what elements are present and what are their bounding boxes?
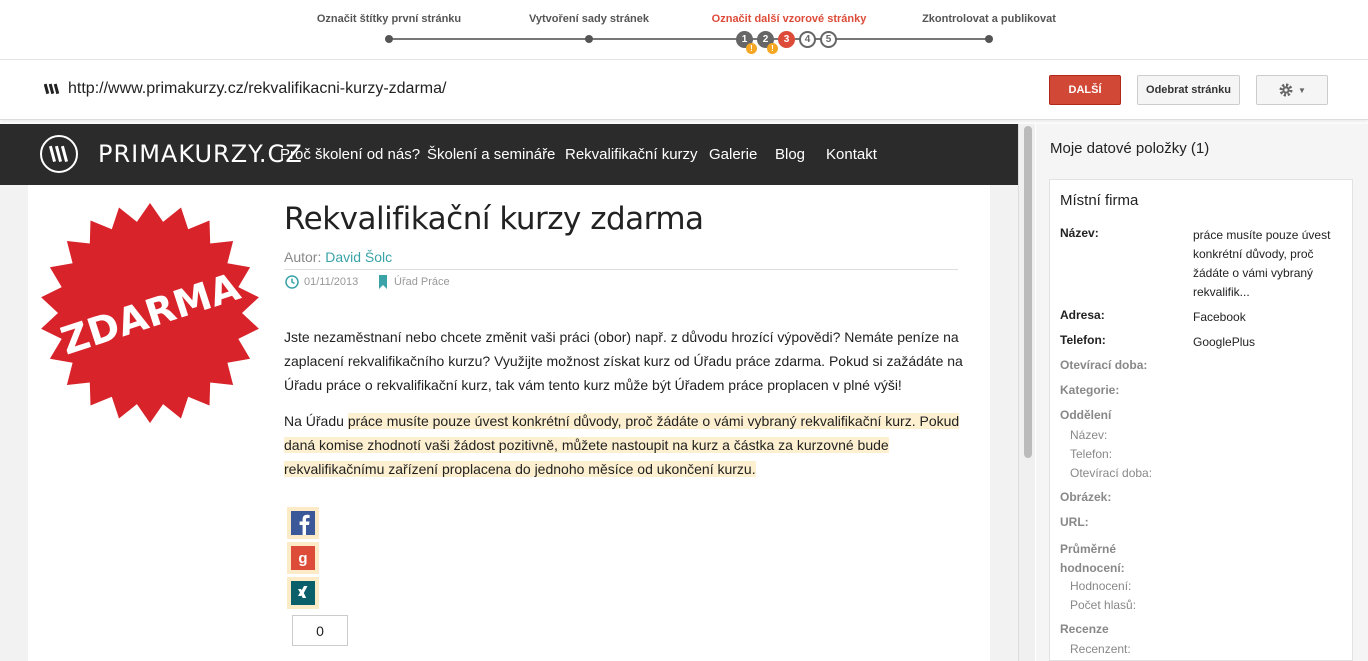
field-label: Obrázek: (1060, 490, 1112, 504)
field-label: Průměrné hodnocení: (1060, 542, 1125, 575)
article: ZDARMA Rekvalifikační kurzy zdarma Autor… (28, 185, 990, 661)
scrollbar-thumb[interactable] (1024, 126, 1032, 458)
sub-step-5-label: 5 (825, 34, 832, 45)
field-value[interactable]: Facebook (1193, 308, 1333, 327)
next-button[interactable]: DALŠÍ (1049, 75, 1121, 105)
field-label: Hodnocení: (1070, 579, 1132, 593)
step-dot-4 (985, 35, 993, 43)
sub-step-4-label: 4 (804, 34, 811, 45)
wizard-progress: Označit štítky první stránku Vytvoření s… (0, 0, 1368, 60)
step-label-1[interactable]: Označit štítky první stránku (317, 13, 461, 25)
step-label-3[interactable]: Označit další vzorové stránky (712, 13, 867, 25)
field-label: URL: (1060, 515, 1089, 529)
card-title: Místní firma (1060, 192, 1139, 209)
url-bar: http://www.primakurzy.cz/rekvalifikacni-… (0, 60, 1368, 120)
paragraph-2: Na Úřadu práce musíte pouze úvest konkré… (284, 409, 979, 481)
field-label: Oddělení (1060, 408, 1112, 422)
field-label: Telefon: (1070, 447, 1113, 461)
category-link[interactable]: Úřad Práce (394, 276, 450, 288)
sub-step-2-label: 2 (762, 34, 769, 45)
chevron-down-icon: ▼ (1298, 85, 1306, 95)
step-label-2[interactable]: Vytvoření sady stránek (529, 13, 649, 25)
sub-step-1[interactable]: 1! (736, 31, 757, 54)
zdarma-badge: ZDARMA (41, 203, 259, 423)
site-favicon-icon (44, 83, 60, 95)
settings-button[interactable]: ▼ (1256, 75, 1328, 105)
facebook-share-button[interactable] (287, 507, 319, 539)
xing-icon (291, 581, 315, 605)
sub-step-4[interactable]: 4 (799, 31, 816, 48)
nav-item-skoleni[interactable]: Školení a semináře (427, 146, 555, 163)
field-label: Název: (1070, 428, 1108, 442)
nav-item-blog[interactable]: Blog (775, 146, 805, 163)
sub-step-1-label: 1 (741, 34, 748, 45)
progress-line (388, 38, 990, 40)
step-label-4[interactable]: Zkontrolovat a publikovat (922, 13, 1056, 25)
meta-divider (284, 269, 958, 270)
field-value[interactable]: práce musíte pouze úvest konkrétní důvod… (1193, 226, 1333, 302)
panel-title: Moje datové položky (1) (1050, 140, 1210, 157)
facebook-icon (291, 511, 315, 535)
field-label: Recenze (1060, 622, 1109, 636)
date-text: 01/11/2013 (304, 276, 359, 288)
paragraph-2-plain: Na Úřadu (284, 413, 348, 429)
field-label: Telefon: (1060, 333, 1106, 347)
site-logo-icon[interactable] (40, 135, 78, 173)
step-dot-2 (585, 35, 593, 43)
highlighted-selection[interactable]: práce musíte pouze úvest konkrétní důvod… (284, 413, 960, 477)
article-title: Rekvalifikační kurzy zdarma (284, 201, 704, 237)
field-label: Recenzent: (1070, 642, 1131, 656)
xing-share-button[interactable] (287, 577, 319, 609)
sub-steps: 1! 2! 3 4 5 (736, 31, 841, 54)
sub-step-3-label: 3 (783, 34, 790, 45)
field-label: Kategorie: (1060, 383, 1120, 397)
article-date: 01/11/2013 (285, 275, 358, 289)
author-link[interactable]: David Šolc (325, 249, 392, 265)
nav-item-rekvalifikacni[interactable]: Rekvalifikační kurzy (565, 146, 698, 163)
article-category: Úřad Práce (378, 275, 450, 289)
data-items-panel: Moje datové položky (1) Místní firma Náz… (1036, 124, 1368, 661)
remove-page-button[interactable]: Odebrat stránku (1137, 75, 1240, 105)
gear-icon (1279, 83, 1293, 97)
page-preview[interactable]: PRIMAKURZY.CZ Proč školení od nás? Škole… (0, 124, 1018, 661)
field-label: Otevírací doba: (1060, 358, 1148, 372)
step-dot-1 (385, 35, 393, 43)
author-line: Autor: David Šolc (284, 249, 392, 265)
nav-item-kontakt[interactable]: Kontakt (826, 146, 877, 163)
sub-step-5[interactable]: 5 (820, 31, 837, 48)
nav-item-galerie[interactable]: Galerie (709, 146, 757, 163)
author-prefix: Autor: (284, 249, 322, 265)
warning-icon: ! (767, 43, 778, 54)
page-url: http://www.primakurzy.cz/rekvalifikacni-… (68, 80, 447, 97)
warning-icon: ! (746, 43, 757, 54)
field-label: Název: (1060, 226, 1099, 240)
nav-item-proc-skoleni[interactable]: Proč školení od nás? (280, 146, 420, 163)
googleplus-share-button[interactable]: g (287, 542, 319, 574)
share-count: 0 (292, 615, 348, 646)
sub-step-3[interactable]: 3 (778, 31, 795, 48)
site-navbar: PRIMAKURZY.CZ Proč školení od nás? Škole… (0, 124, 1018, 185)
field-label: Počet hlasů: (1070, 598, 1137, 612)
clock-icon (285, 275, 299, 289)
bookmark-icon (379, 275, 387, 289)
sub-step-2[interactable]: 2! (757, 31, 778, 54)
data-item-card[interactable]: Místní firma Název: práce musíte pouze úv… (1049, 179, 1353, 661)
preview-scrollbar[interactable] (1018, 124, 1035, 661)
paragraph-1: Jste nezaměstnaní nebo chcete změnit vaš… (284, 329, 963, 393)
site-logo-text[interactable]: PRIMAKURZY.CZ (98, 140, 303, 168)
field-value[interactable]: GooglePlus (1193, 333, 1333, 352)
googleplus-icon: g (291, 546, 315, 570)
field-label: Otevírací doba: (1070, 466, 1153, 480)
field-label: Adresa: (1060, 308, 1105, 322)
